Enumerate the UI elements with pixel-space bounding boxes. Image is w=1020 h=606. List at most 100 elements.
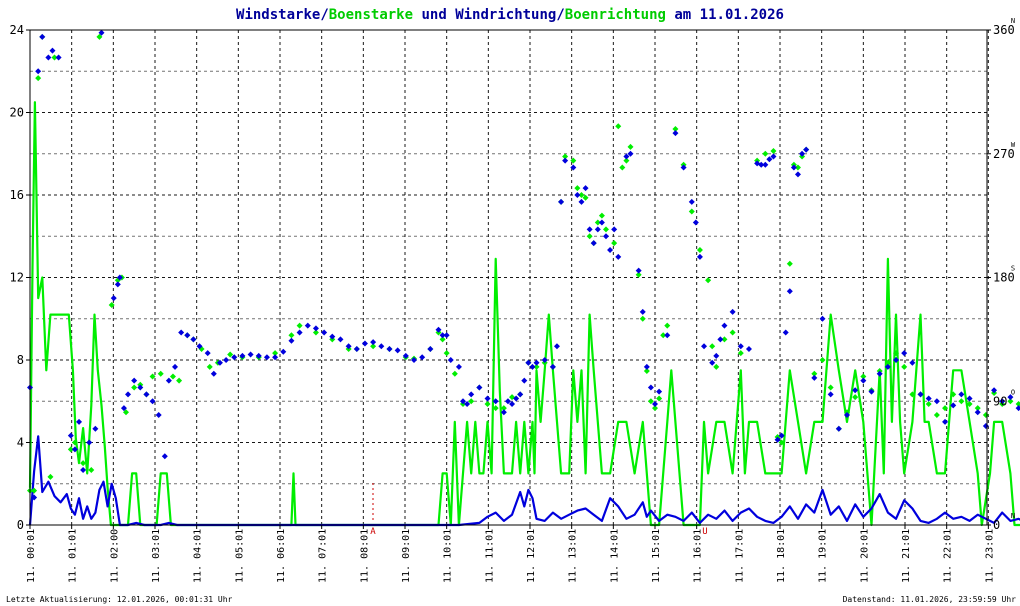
y-left-tick-label: 16	[10, 188, 24, 202]
gust-direction-point	[925, 401, 932, 407]
x-tick-label: 11. 11:01	[484, 529, 495, 583]
wind-direction-point	[80, 467, 87, 473]
y-right-tick-label: 360	[993, 23, 1015, 37]
footer-last-update: Letzte Aktualisierung: 12.01.2026, 00:01…	[6, 595, 233, 604]
gust-direction-point	[169, 373, 176, 380]
grid	[30, 30, 989, 525]
gust-direction-point	[656, 395, 663, 402]
gust-direction-point	[206, 363, 213, 370]
y-right-cardinal-label: N	[1011, 17, 1015, 25]
wind-direction-point	[729, 308, 736, 315]
y-right-cardinal-label: O	[1011, 388, 1015, 396]
wind-direction-point	[447, 357, 454, 363]
x-tick-label: 11. 01:01	[68, 529, 79, 583]
x-tick-label: 11. 17:01	[734, 529, 745, 583]
y-right-cardinal-label: N	[1011, 512, 1015, 520]
wind-direction-point	[35, 68, 42, 75]
wind-direction-point	[762, 161, 769, 168]
wind-direction-point	[110, 295, 117, 302]
wind-direction-point	[647, 384, 654, 391]
wind-direction-point	[247, 351, 254, 358]
x-tick-label: 11. 14:01	[609, 529, 620, 583]
wind-direction-point	[304, 322, 311, 329]
wind-chart: Windstarke/Boenstarke und Windrichtung/B…	[0, 0, 1020, 606]
wind-direction-point	[721, 322, 728, 329]
wind-direction-point	[378, 343, 385, 350]
wind-direction-point	[562, 157, 569, 164]
x-tick-label: 11. 13:01	[568, 529, 579, 583]
x-tick-label: 11. 03:01	[151, 529, 162, 583]
wind-direction-point	[696, 253, 703, 260]
wind-direction-point	[933, 398, 940, 405]
y-left-tick-label: 4	[17, 436, 24, 450]
x-tick-label: 11. 07:01	[318, 529, 329, 583]
gust-direction-point	[619, 164, 626, 171]
y-left-tick-label: 20	[10, 106, 24, 120]
wind-direction-point	[455, 363, 462, 370]
x-tick-label: 11. 23:01	[984, 529, 995, 583]
wind-direction-point	[76, 418, 83, 425]
y-right-tick-label: 270	[993, 147, 1015, 161]
title-date: am 11.01.2026	[666, 7, 784, 23]
wind-direction-point	[394, 347, 401, 354]
wind-direction-point	[586, 226, 593, 233]
wind-direction-point	[639, 308, 646, 315]
title-separator-1: /	[320, 7, 328, 23]
gust-direction-point	[786, 260, 793, 267]
y-right-cardinal-label: W	[1011, 141, 1016, 149]
gust-direction-point	[639, 315, 646, 322]
x-tick-label: 11. 10:01	[443, 529, 454, 583]
gust-direction-point	[958, 398, 965, 405]
gust-speed-line	[28, 101, 1020, 527]
wind-direction-point	[701, 343, 708, 350]
axes: 048121620240N90O180S270W360N11. 00:01 11.…	[10, 17, 1016, 583]
wind-direction-point	[925, 395, 932, 402]
wind-direction-point	[165, 377, 172, 384]
y-left-tick-label: 0	[17, 518, 24, 532]
gust-direction-point	[602, 226, 609, 233]
wind-direction-point	[615, 253, 622, 260]
gust-direction-point	[819, 357, 826, 363]
gust-direction-point	[131, 384, 138, 391]
gust-direction-point	[688, 208, 695, 215]
wind-direction-point	[443, 332, 450, 339]
gust-direction-point	[47, 473, 54, 480]
wind-direction-point	[533, 359, 540, 366]
y-right-tick-label: 180	[993, 271, 1015, 285]
x-tick-label: 11. 19:01	[818, 529, 829, 583]
chart-svg: Windstarke/Boenstarke und Windrichtung/B…	[6, 7, 1020, 604]
y-left-tick-label: 8	[17, 353, 24, 367]
wind-direction-point	[484, 395, 491, 402]
wind-direction-point	[204, 350, 211, 357]
wind-direction-point	[361, 340, 368, 347]
wind-direction-point	[578, 198, 585, 205]
wind-direction-point	[114, 281, 121, 288]
title-windstarke: Windstarke	[236, 7, 320, 23]
wind-direction-point	[688, 198, 695, 205]
gust-direction-point	[762, 150, 769, 157]
gust-direction-point	[296, 322, 303, 329]
y-left-tick-label: 12	[10, 271, 24, 285]
title-boenstarke: Boenstarke	[329, 7, 413, 23]
wind-direction-point	[427, 346, 434, 352]
wind-direction-point	[131, 377, 138, 384]
title-boenrichtung: Boenrichtung	[565, 7, 666, 23]
gust-direction-point	[696, 247, 703, 253]
gust-direction-point	[615, 123, 622, 130]
wind-direction-point	[901, 350, 908, 357]
wind-direction-point	[958, 391, 965, 398]
wind-direction-point	[974, 409, 981, 416]
wind-direction-point	[223, 357, 230, 363]
wind-direction-point	[353, 346, 360, 352]
wind-direction-point	[602, 233, 609, 240]
x-tick-label: 11. 00:01	[26, 529, 37, 583]
wind-direction-point	[263, 354, 270, 361]
wind-direction-point	[594, 226, 601, 233]
x-tick-label: 11. 05:01	[234, 529, 245, 583]
wind-direction-point	[717, 336, 724, 343]
wind-direction-point	[280, 348, 287, 355]
wind-direction-point	[607, 247, 614, 253]
wind-direction-point	[476, 384, 483, 391]
y-right-tick-label: 90	[993, 394, 1007, 408]
x-tick-label: 11. 21:01	[901, 529, 912, 583]
